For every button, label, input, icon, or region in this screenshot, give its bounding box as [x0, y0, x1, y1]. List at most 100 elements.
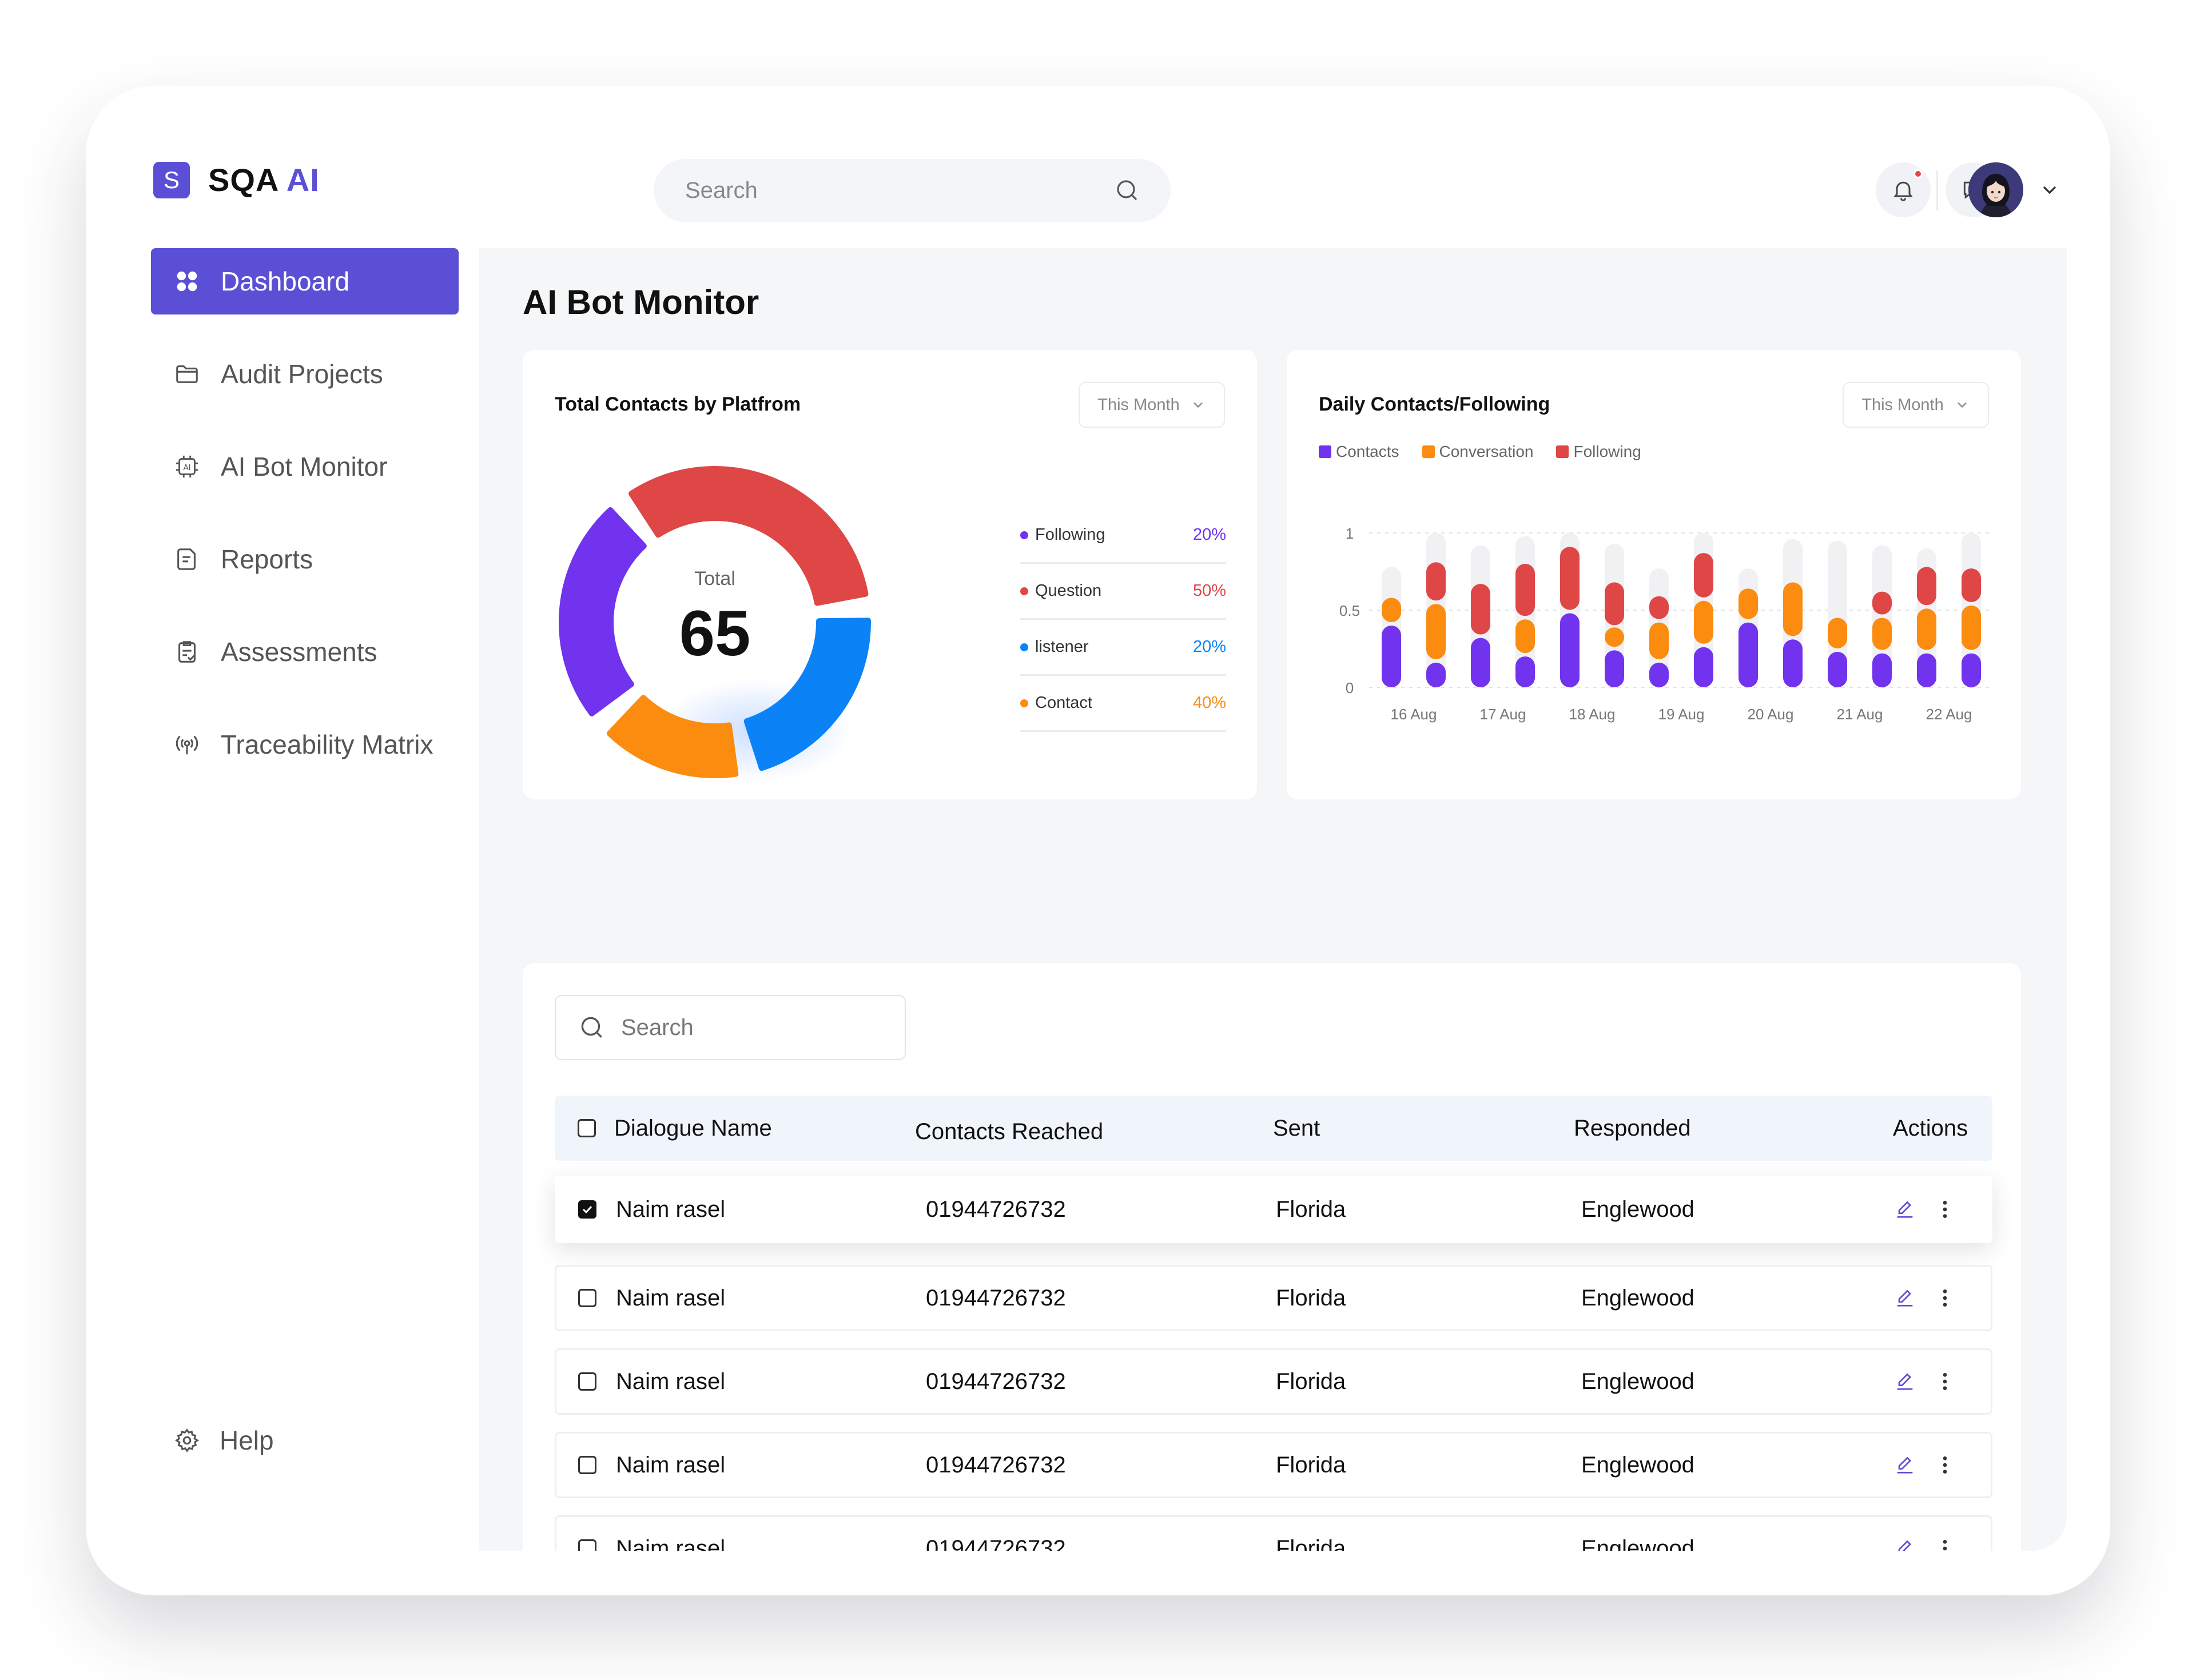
legend-label: Contacts	[1336, 443, 1399, 460]
bar-following[interactable]	[1917, 567, 1936, 606]
sidebar-item-audit-projects[interactable]: Audit Projects	[151, 341, 459, 407]
bar-conversation[interactable]	[1382, 598, 1401, 622]
bar-contacts[interactable]	[1962, 653, 1981, 687]
table-row[interactable]: Naim rasel 01944726732 Florida Englewood	[555, 1348, 1992, 1415]
bar-conversation[interactable]	[1426, 604, 1446, 659]
logo-mark: S	[153, 161, 190, 198]
more-options-button[interactable]	[1934, 1517, 1956, 1551]
sidebar-item-ai-bot-monitor[interactable]: AI AI Bot Monitor	[151, 433, 459, 500]
row-checkbox[interactable]	[578, 1434, 596, 1496]
cell-dialogue-name: Naim rasel	[616, 1368, 726, 1394]
period-dropdown[interactable]: This Month	[1843, 382, 1989, 428]
row-checkbox[interactable]	[578, 1267, 596, 1329]
avatar[interactable]	[1968, 162, 2023, 217]
column-header-dialogue-name[interactable]: Dialogue Name	[614, 1096, 772, 1161]
bar-conversation[interactable]	[1828, 618, 1847, 648]
search-icon[interactable]	[1113, 177, 1141, 204]
bar-following[interactable]	[1694, 553, 1713, 598]
daily-contacts-card: Daily Contacts/Following This Month Cont…	[1287, 350, 2021, 799]
dashboard-grid-icon	[174, 268, 200, 294]
column-header-sent[interactable]: Sent	[1273, 1096, 1320, 1161]
row-checkbox[interactable]	[578, 1350, 596, 1413]
bar-conversation[interactable]	[1872, 618, 1892, 650]
bar-conversation[interactable]	[1694, 600, 1713, 644]
bar-contacts[interactable]	[1471, 638, 1490, 687]
bar-contacts[interactable]	[1426, 662, 1446, 687]
sidebar-item-dashboard[interactable]: Dashboard	[151, 248, 459, 314]
checkbox[interactable]	[578, 1200, 596, 1219]
bar-following[interactable]	[1515, 564, 1535, 616]
bar-contacts[interactable]	[1560, 613, 1580, 687]
legend-swatch	[1422, 445, 1435, 458]
bar-following[interactable]	[1962, 568, 1981, 602]
legend-item-listener: listener 20%	[1020, 620, 1226, 676]
bar-contacts[interactable]	[1738, 622, 1758, 687]
checkbox[interactable]	[578, 1539, 596, 1551]
more-options-button[interactable]	[1934, 1267, 1956, 1329]
row-checkbox[interactable]	[578, 1517, 596, 1551]
bar-contacts[interactable]	[1382, 626, 1401, 687]
bar-following[interactable]	[1471, 584, 1490, 635]
edit-button[interactable]	[1893, 1434, 1916, 1496]
bar-contacts[interactable]	[1694, 647, 1713, 687]
bar-contacts[interactable]	[1605, 650, 1624, 687]
bar-conversation[interactable]	[1515, 619, 1535, 653]
dialogue-table-card: Search Dialogue Name Contacts Reached Se…	[523, 963, 2021, 1551]
more-options-button[interactable]	[1934, 1434, 1956, 1496]
bar-contacts[interactable]	[1649, 662, 1669, 687]
more-options-button[interactable]	[1934, 1177, 1956, 1241]
legend-item-contact: Contact 40%	[1020, 676, 1226, 732]
row-checkbox[interactable]	[578, 1177, 596, 1241]
column-header-contacts-reached[interactable]: Contacts Reached	[915, 1099, 1103, 1164]
bar-conversation[interactable]	[1738, 588, 1758, 619]
table-row[interactable]: Naim rasel 01944726732 Florida Englewood	[555, 1265, 1992, 1331]
gear-icon	[175, 1428, 199, 1452]
logo-text: SQA AI	[208, 161, 320, 198]
global-search-input[interactable]: Search	[654, 159, 1171, 222]
column-header-responded[interactable]: Responded	[1574, 1096, 1691, 1161]
bar-contacts[interactable]	[1828, 651, 1847, 687]
edit-button[interactable]	[1893, 1350, 1916, 1413]
period-dropdown[interactable]: This Month	[1079, 382, 1225, 428]
cell-dialogue-name: Naim rasel	[616, 1196, 726, 1222]
bar-following[interactable]	[1649, 596, 1669, 619]
bar-contacts[interactable]	[1917, 653, 1936, 687]
bar-following[interactable]	[1560, 547, 1580, 610]
checkbox[interactable]	[578, 1289, 596, 1307]
bar-following[interactable]	[1426, 562, 1446, 601]
legend-label: Following	[1573, 443, 1641, 460]
bar-contacts[interactable]	[1872, 653, 1892, 687]
table-row[interactable]: Naim rasel 01944726732 Florida Englewood	[555, 1432, 1992, 1498]
edit-button[interactable]	[1893, 1267, 1916, 1329]
bar-conversation[interactable]	[1649, 622, 1669, 659]
legend-dot	[1020, 699, 1028, 707]
bar-conversation[interactable]	[1605, 627, 1624, 647]
bar-conversation[interactable]	[1917, 608, 1936, 650]
logo[interactable]: S SQA AI	[153, 161, 320, 198]
bar-conversation[interactable]	[1962, 605, 1981, 650]
sidebar-item-traceability-matrix[interactable]: Traceability Matrix	[151, 711, 459, 778]
sidebar-item-reports[interactable]: Reports	[151, 526, 459, 592]
sidebar-item-assessments[interactable]: Assessments	[151, 619, 459, 685]
table-search-input[interactable]: Search	[555, 995, 906, 1060]
x-tick-label: 20 Aug	[1748, 706, 1794, 723]
more-options-button[interactable]	[1934, 1350, 1956, 1413]
notifications-button[interactable]	[1876, 162, 1931, 217]
help-label: Help	[220, 1426, 274, 1455]
edit-button[interactable]	[1893, 1177, 1916, 1241]
select-all-checkbox[interactable]	[578, 1096, 596, 1161]
bar-following[interactable]	[1872, 591, 1892, 615]
sidebar-item-label: Dashboard	[221, 266, 350, 296]
chevron-down-icon[interactable]	[2038, 178, 2061, 201]
bar-conversation[interactable]	[1783, 582, 1803, 636]
help-link[interactable]: Help	[174, 1425, 274, 1456]
bar-following[interactable]	[1605, 582, 1624, 626]
edit-button[interactable]	[1893, 1517, 1916, 1551]
bar-contacts[interactable]	[1783, 639, 1803, 687]
table-row[interactable]: Naim rasel 01944726732 Florida Englewood	[555, 1515, 1992, 1551]
checkbox[interactable]	[578, 1119, 596, 1137]
table-row[interactable]: Naim rasel 01944726732 Florida Englewood	[555, 1176, 1992, 1243]
checkbox[interactable]	[578, 1372, 596, 1391]
checkbox[interactable]	[578, 1456, 596, 1474]
bar-contacts[interactable]	[1515, 656, 1535, 687]
